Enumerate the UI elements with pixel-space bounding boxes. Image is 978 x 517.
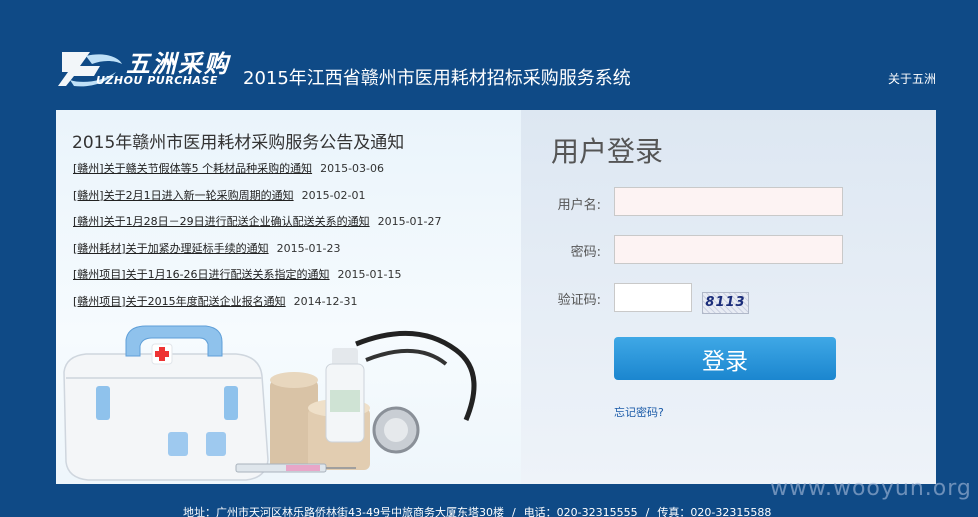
notice-item: [赣州]关于赣关节假体等5 个耗材品种采购的通知 2015-03-06: [73, 160, 442, 187]
brand-name-en: UZHOU PURCHASE: [96, 74, 218, 87]
notice-link[interactable]: [赣州项目]关于2015年度配送企业报名通知: [73, 295, 286, 308]
notice-date: 2015-01-23: [276, 241, 341, 255]
footer-phone: 电话：020-32315555: [523, 506, 638, 517]
medical-supplies-illustration: [63, 325, 477, 481]
notice-link[interactable]: [赣州]关于1月28日－29日进行配送企业确认配送关系的通知: [73, 215, 370, 228]
brand-logo[interactable]: 五洲采购 UZHOU PURCHASE: [56, 44, 236, 92]
first-aid-kit-icon: [63, 325, 269, 481]
about-link[interactable]: 关于五洲: [888, 70, 936, 87]
forgot-password-link[interactable]: 忘记密码?: [614, 404, 664, 420]
footer-contact: 地址：广州市天河区林乐路侨林街43-49号中旅商务大厦东塔30楼 / 电话：020-…: [183, 504, 771, 517]
page-header: 五洲采购 UZHOU PURCHASE 2015年江西省赣州市医用耗材招标采购服…: [0, 0, 978, 110]
login-button[interactable]: 登录: [614, 337, 836, 380]
notice-list: [赣州]关于赣关节假体等5 个耗材品种采购的通知 2015-03-06 [赣州]关…: [73, 160, 442, 319]
username-label: 用户名:: [557, 198, 601, 213]
stethoscope-icon: [355, 330, 477, 454]
footer-address: 地址：广州市天河区林乐路侨林街43-49号中旅商务大厦东塔30楼: [183, 506, 504, 517]
notice-panel: 2015年赣州市医用耗材采购服务公告及通知 [赣州]关于赣关节假体等5 个耗材品…: [56, 110, 521, 484]
captcha-label: 验证码:: [557, 293, 601, 308]
notice-link[interactable]: [赣州耗材]关于加紧办理延标手续的通知: [73, 242, 269, 255]
notice-date: 2015-01-15: [337, 268, 402, 281]
notice-title: 2015年赣州市医用耗材采购服务公告及通知: [72, 133, 405, 153]
notice-item: [赣州]关于1月28日－29日进行配送企业确认配送关系的通知 2015-01-27: [73, 213, 442, 240]
notice-date: 2015-01-27: [377, 215, 442, 228]
footer-separator: /: [645, 506, 650, 517]
system-title: 2015年江西省赣州市医用耗材招标采购服务系统: [243, 68, 631, 89]
password-input[interactable]: [614, 235, 843, 264]
notice-item: [赣州耗材]关于加紧办理延标手续的通知 2015-01-23: [73, 240, 442, 267]
notice-item: [赣州项目]关于1月16-26日进行配送关系指定的通知 2015-01-15: [73, 266, 442, 293]
notice-item: [赣州]关于2月1日进入新一轮采购周期的通知 2015-02-01: [73, 187, 442, 214]
captcha-image[interactable]: 8113: [702, 292, 749, 314]
notice-link[interactable]: [赣州]关于赣关节假体等5 个耗材品种采购的通知: [73, 162, 312, 175]
notice-date: 2014-12-31: [293, 294, 358, 308]
medicine-bottle-icon: [325, 348, 365, 443]
main-panel: 2015年赣州市医用耗材采购服务公告及通知 [赣州]关于赣关节假体等5 个耗材品…: [56, 110, 936, 484]
captcha-input[interactable]: [614, 283, 692, 312]
watermark: www.wooyun.org: [770, 476, 972, 501]
username-input[interactable]: [614, 187, 843, 216]
password-label: 密码:: [570, 245, 601, 260]
notice-link[interactable]: [赣州项目]关于1月16-26日进行配送关系指定的通知: [73, 268, 330, 281]
login-title: 用户登录: [551, 135, 664, 168]
footer-separator: /: [511, 506, 516, 517]
notice-link[interactable]: [赣州]关于2月1日进入新一轮采购周期的通知: [73, 189, 294, 202]
notice-date: 2015-02-01: [301, 188, 366, 202]
notice-item: [赣州项目]关于2015年度配送企业报名通知 2014-12-31: [73, 293, 442, 320]
footer-fax: 传真：020-32315588: [657, 506, 772, 517]
notice-date: 2015-03-06: [320, 162, 385, 175]
login-panel: 用户登录 用户名: 密码: 验证码: 8113 登录 忘记密码?: [521, 110, 936, 484]
